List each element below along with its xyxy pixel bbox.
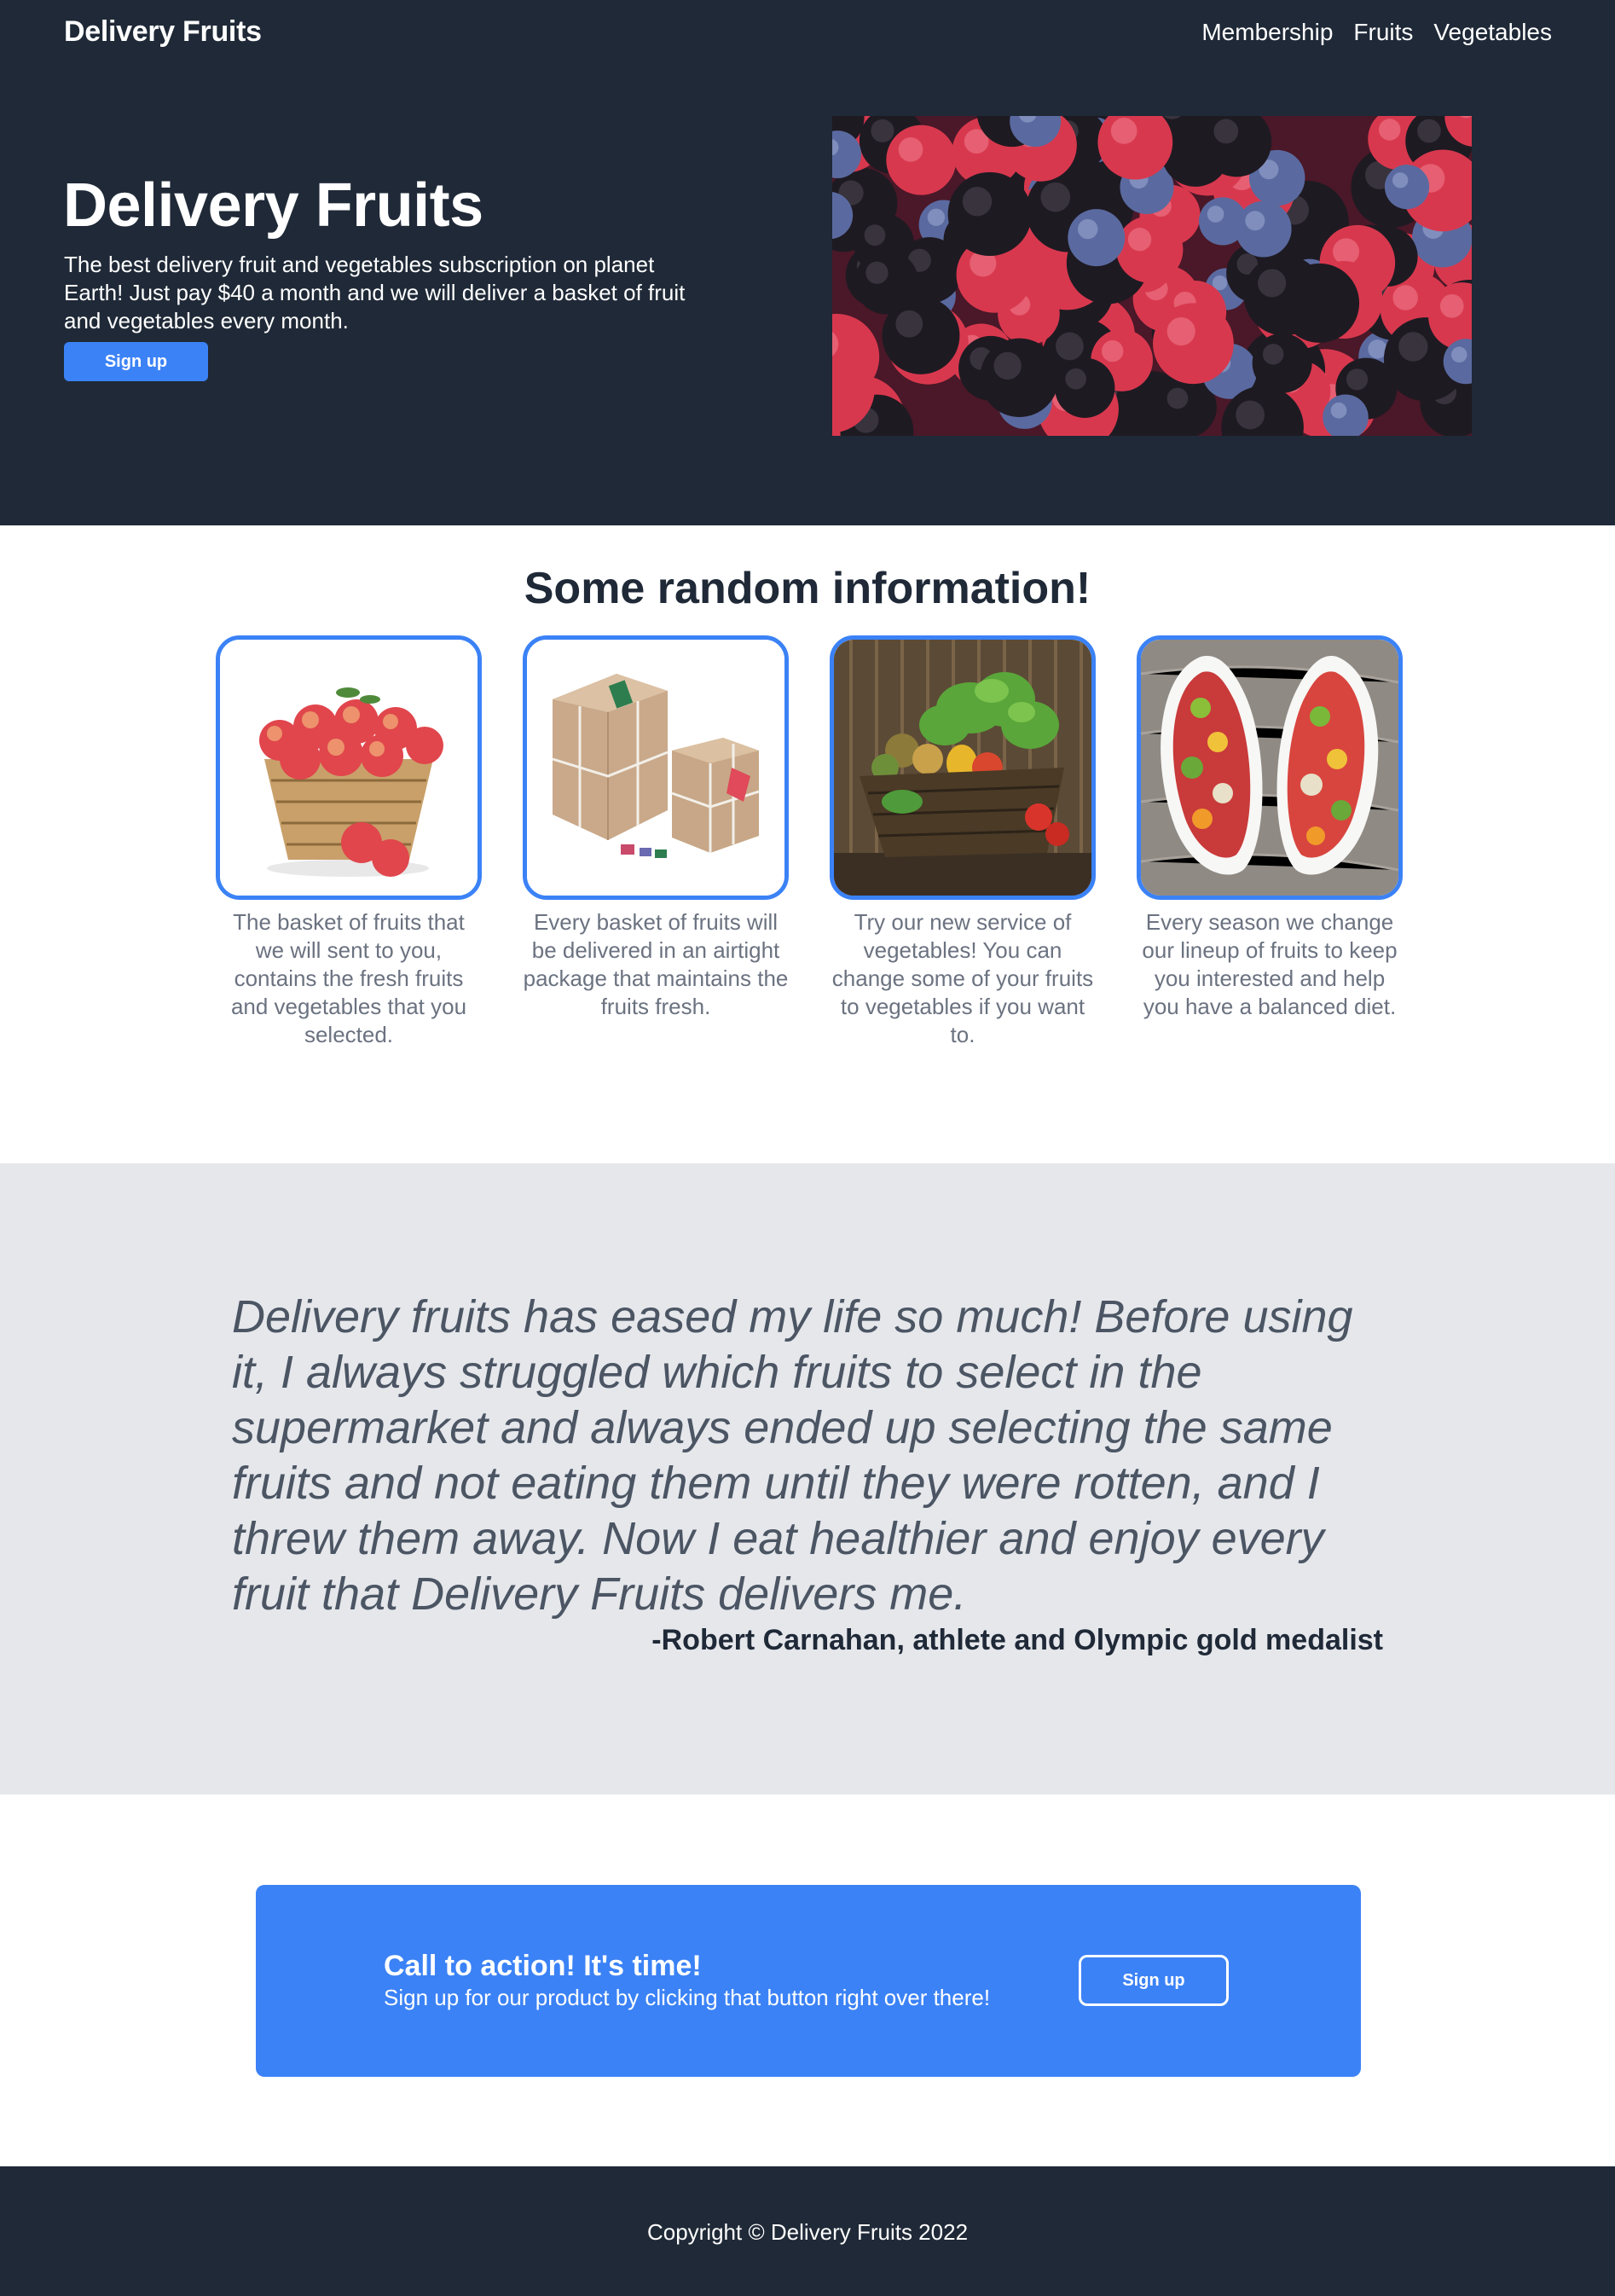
brand-logo[interactable]: Delivery Fruits <box>64 15 262 49</box>
info-card-text: Every season we change our lineup of fru… <box>1142 909 1398 1019</box>
wrapped-packages-image <box>523 635 789 900</box>
testimonial-section: Delivery fruits has eased my life so muc… <box>0 1163 1615 1794</box>
hero-description: The best delivery fruit and vegetables s… <box>64 252 686 333</box>
hero-signup-button[interactable]: Sign up <box>64 342 208 381</box>
fruit-salad-bowls-image <box>1137 635 1403 900</box>
apple-basket-image <box>216 635 482 900</box>
cta-description: Sign up for our product by clicking that… <box>384 1985 991 2010</box>
info-card-package: Every basket of fruits will be delivered… <box>523 635 789 1021</box>
info-card-text: The basket of fruits that we will sent t… <box>230 909 467 1047</box>
vegetable-basket-image <box>830 635 1096 900</box>
cta-signup-button[interactable]: Sign up <box>1079 1955 1229 2006</box>
hero-title: Delivery Fruits <box>63 171 483 240</box>
info-card-text: Every basket of fruits will be delivered… <box>523 909 789 1019</box>
info-card-season: Every season we change our lineup of fru… <box>1137 635 1403 1021</box>
nav-link-vegetables[interactable]: Vegetables <box>1433 19 1552 46</box>
main-nav: Membership Fruits Vegetables <box>1201 19 1552 46</box>
footer: Copyright © Delivery Fruits 2022 <box>0 2166 1615 2296</box>
mixed-berries-image <box>832 116 1472 436</box>
info-section-title: Some random information! <box>524 564 1091 613</box>
hero-section: Delivery Fruits Membership Fruits Vegeta… <box>0 0 1615 525</box>
info-card-text: Try our new service of vegetables! You c… <box>831 909 1094 1047</box>
info-card-basket: The basket of fruits that we will sent t… <box>216 635 482 1049</box>
info-card-vegetables: Try our new service of vegetables! You c… <box>830 635 1096 1049</box>
call-to-action-banner: Call to action! It's time! Sign up for o… <box>256 1885 1361 2077</box>
cta-title: Call to action! It's time! <box>384 1950 702 1982</box>
testimonial-author: -Robert Carnahan, athlete and Olympic go… <box>651 1624 1383 1656</box>
nav-link-membership[interactable]: Membership <box>1201 19 1333 46</box>
testimonial-quote: Delivery fruits has eased my life so muc… <box>232 1291 1353 1620</box>
nav-link-fruits[interactable]: Fruits <box>1353 19 1413 46</box>
footer-copyright: Copyright © Delivery Fruits 2022 <box>646 2219 969 2245</box>
